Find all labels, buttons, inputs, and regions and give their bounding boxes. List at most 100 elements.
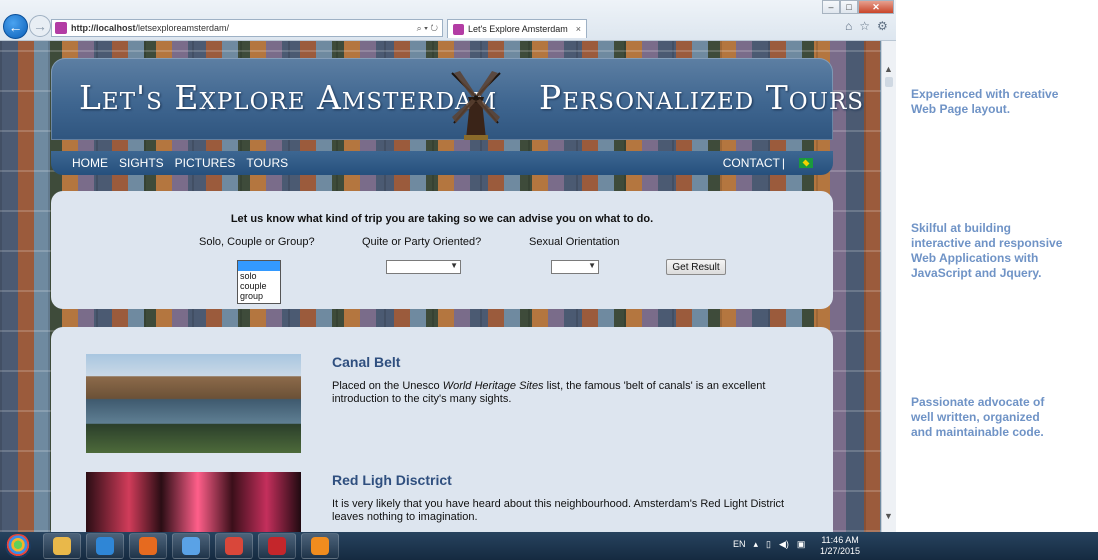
maximize-button[interactable]: □ xyxy=(840,0,858,14)
header-title-left: Let's Explore Amsterdam xyxy=(79,78,498,117)
browser-toolbar-icons: ⌂ ☆ ⚙ xyxy=(845,19,888,33)
listbox-option-group[interactable]: group xyxy=(238,291,280,301)
filezilla-taskbar-button[interactable] xyxy=(258,533,296,559)
vertical-scrollbar[interactable]: ▲ ▼ xyxy=(881,41,896,532)
side-note-line: JavaScript and Jquery. xyxy=(911,266,1042,280)
safari-taskbar-button[interactable] xyxy=(172,533,210,559)
xampp-icon xyxy=(311,537,329,555)
side-note-line: Web Applications with xyxy=(911,251,1039,265)
sight-text-part: Placed on the Unesco xyxy=(332,380,443,392)
windmill-logo xyxy=(451,71,501,140)
language-indicator[interactable]: EN xyxy=(733,539,746,550)
listbox-option-couple[interactable]: couple xyxy=(238,281,280,291)
form-heading: Let us know what kind of trip you are ta… xyxy=(230,213,654,225)
sight-title[interactable]: Red Ligh Disctrict xyxy=(332,472,452,488)
group-size-listbox[interactable]: solo couple group xyxy=(237,260,281,304)
file-explorer-icon xyxy=(53,537,71,555)
side-note: Passionate advocate of well written, org… xyxy=(911,395,1044,440)
nav-tours[interactable]: TOURS xyxy=(246,156,288,170)
scroll-thumb[interactable] xyxy=(885,77,893,87)
nav-contact[interactable]: CONTACT xyxy=(723,156,780,170)
side-note: Experienced with creative Web Page layou… xyxy=(911,87,1058,117)
nav-right-group: CONTACT | xyxy=(723,156,813,170)
question-quiet-party: Quite or Party Oriented? xyxy=(362,236,482,248)
quiet-party-select[interactable]: ▼ xyxy=(386,260,461,274)
back-button[interactable]: ← xyxy=(3,14,28,39)
sight-title[interactable]: Canal Belt xyxy=(332,354,400,370)
sights-content: Canal Belt Placed on the Unesco World He… xyxy=(51,327,833,532)
side-note: Skilful at building interactive and resp… xyxy=(911,221,1062,281)
sight-description: It is very likely that you have heard ab… xyxy=(332,498,785,523)
clock[interactable]: 11:46 AM 1/27/2015 xyxy=(820,535,860,557)
scroll-down-icon[interactable]: ▼ xyxy=(884,511,893,521)
device-icon[interactable]: ▯ xyxy=(766,539,771,550)
address-controls[interactable]: ⌕ ▾ ↻ xyxy=(417,23,438,34)
file-explorer-taskbar-button[interactable] xyxy=(43,533,81,559)
chrome-taskbar-button[interactable] xyxy=(215,533,253,559)
site-header: Let's Explore Amsterdam Personalized Tou… xyxy=(51,58,863,140)
internet-explorer-icon xyxy=(96,537,114,555)
firefox-icon xyxy=(139,537,157,555)
side-note-line: Web Page layout. xyxy=(911,102,1011,116)
site-favicon-icon xyxy=(55,22,67,34)
windows-taskbar: EN ▴ ▯ ◀) ▣ 11:46 AM 1/27/2015 xyxy=(0,532,1098,560)
url-host: http://localhost xyxy=(71,23,136,33)
browser-window: – □ ✕ ← → http://localhost/letsexploream… xyxy=(0,0,896,532)
browser-chrome: – □ ✕ ← → http://localhost/letsexploream… xyxy=(0,0,896,41)
canal-belt-photo[interactable] xyxy=(86,354,301,453)
forward-arrow-icon: → xyxy=(33,18,47,34)
chrome-icon xyxy=(225,537,243,555)
start-button[interactable] xyxy=(5,534,31,558)
tab-close-icon[interactable]: × xyxy=(576,24,581,34)
safari-icon xyxy=(182,537,200,555)
forward-button[interactable]: → xyxy=(29,15,51,37)
scroll-up-icon[interactable]: ▲ xyxy=(884,64,893,74)
tab-favicon-icon xyxy=(453,23,464,35)
home-icon[interactable]: ⌂ xyxy=(845,19,852,33)
clock-time: 11:46 AM xyxy=(821,535,859,545)
page-viewport: Let's Explore Amsterdam Personalized Tou… xyxy=(0,41,881,532)
address-bar[interactable]: http://localhost/letsexploreamsterdam/ ⌕… xyxy=(51,19,443,37)
side-note-line: Skilful at building xyxy=(911,221,1011,235)
volume-icon[interactable]: ◀) xyxy=(779,539,789,550)
internet-explorer-taskbar-button[interactable] xyxy=(86,533,124,559)
nav-home[interactable]: HOME xyxy=(72,156,108,170)
chevron-down-icon: ▼ xyxy=(450,261,458,270)
sight-text-italic: World Heritage Sites xyxy=(442,380,544,392)
close-button[interactable]: ✕ xyxy=(858,0,894,14)
clock-date: 1/27/2015 xyxy=(820,546,861,556)
system-tray: EN ▴ ▯ ◀) ▣ xyxy=(733,539,805,550)
tab-lets-explore-amsterdam[interactable]: Let's Explore Amsterdam × xyxy=(447,19,587,38)
tab-title: Let's Explore Amsterdam xyxy=(468,24,568,34)
xampp-taskbar-button[interactable] xyxy=(301,533,339,559)
network-icon[interactable]: ▣ xyxy=(797,539,806,550)
side-note-line: and maintainable code. xyxy=(911,425,1044,439)
question-orientation: Sexual Orientation xyxy=(529,236,620,248)
brazil-flag-icon[interactable] xyxy=(799,158,813,168)
orientation-select[interactable]: ▼ xyxy=(551,260,599,274)
firefox-taskbar-button[interactable] xyxy=(129,533,167,559)
favorites-star-icon[interactable]: ☆ xyxy=(859,19,870,33)
trip-advisor-form: Let us know what kind of trip you are ta… xyxy=(51,191,833,309)
side-note-line: well written, organized xyxy=(911,410,1040,424)
minimize-button[interactable]: – xyxy=(822,0,840,14)
chevron-down-icon: ▼ xyxy=(588,261,596,270)
side-note-line: Passionate advocate of xyxy=(911,395,1045,409)
nav-pictures[interactable]: PICTURES xyxy=(175,156,236,170)
url-path: /letsexploreamsterdam/ xyxy=(135,23,230,33)
site-navbar: HOME SIGHTS PICTURES TOURS CONTACT | xyxy=(51,151,833,175)
listbox-option-solo[interactable]: solo xyxy=(238,271,280,281)
question-group-size: Solo, Couple or Group? xyxy=(199,236,315,248)
red-light-district-photo[interactable] xyxy=(86,472,301,532)
settings-gear-icon[interactable]: ⚙ xyxy=(877,19,888,33)
tray-expand-icon[interactable]: ▴ xyxy=(754,539,759,550)
nav-sights[interactable]: SIGHTS xyxy=(119,156,164,170)
sight-description: Placed on the Unesco World Heritage Site… xyxy=(332,380,802,406)
listbox-option-blank[interactable] xyxy=(238,261,280,271)
back-arrow-icon: ← xyxy=(8,18,23,35)
get-result-button[interactable]: Get Result xyxy=(666,259,726,275)
side-note-line: Experienced with creative xyxy=(911,87,1059,101)
address-url[interactable]: http://localhost/letsexploreamsterdam/ xyxy=(71,23,417,33)
nav-divider: | xyxy=(781,156,785,170)
side-note-line: interactive and responsive xyxy=(911,236,1063,250)
